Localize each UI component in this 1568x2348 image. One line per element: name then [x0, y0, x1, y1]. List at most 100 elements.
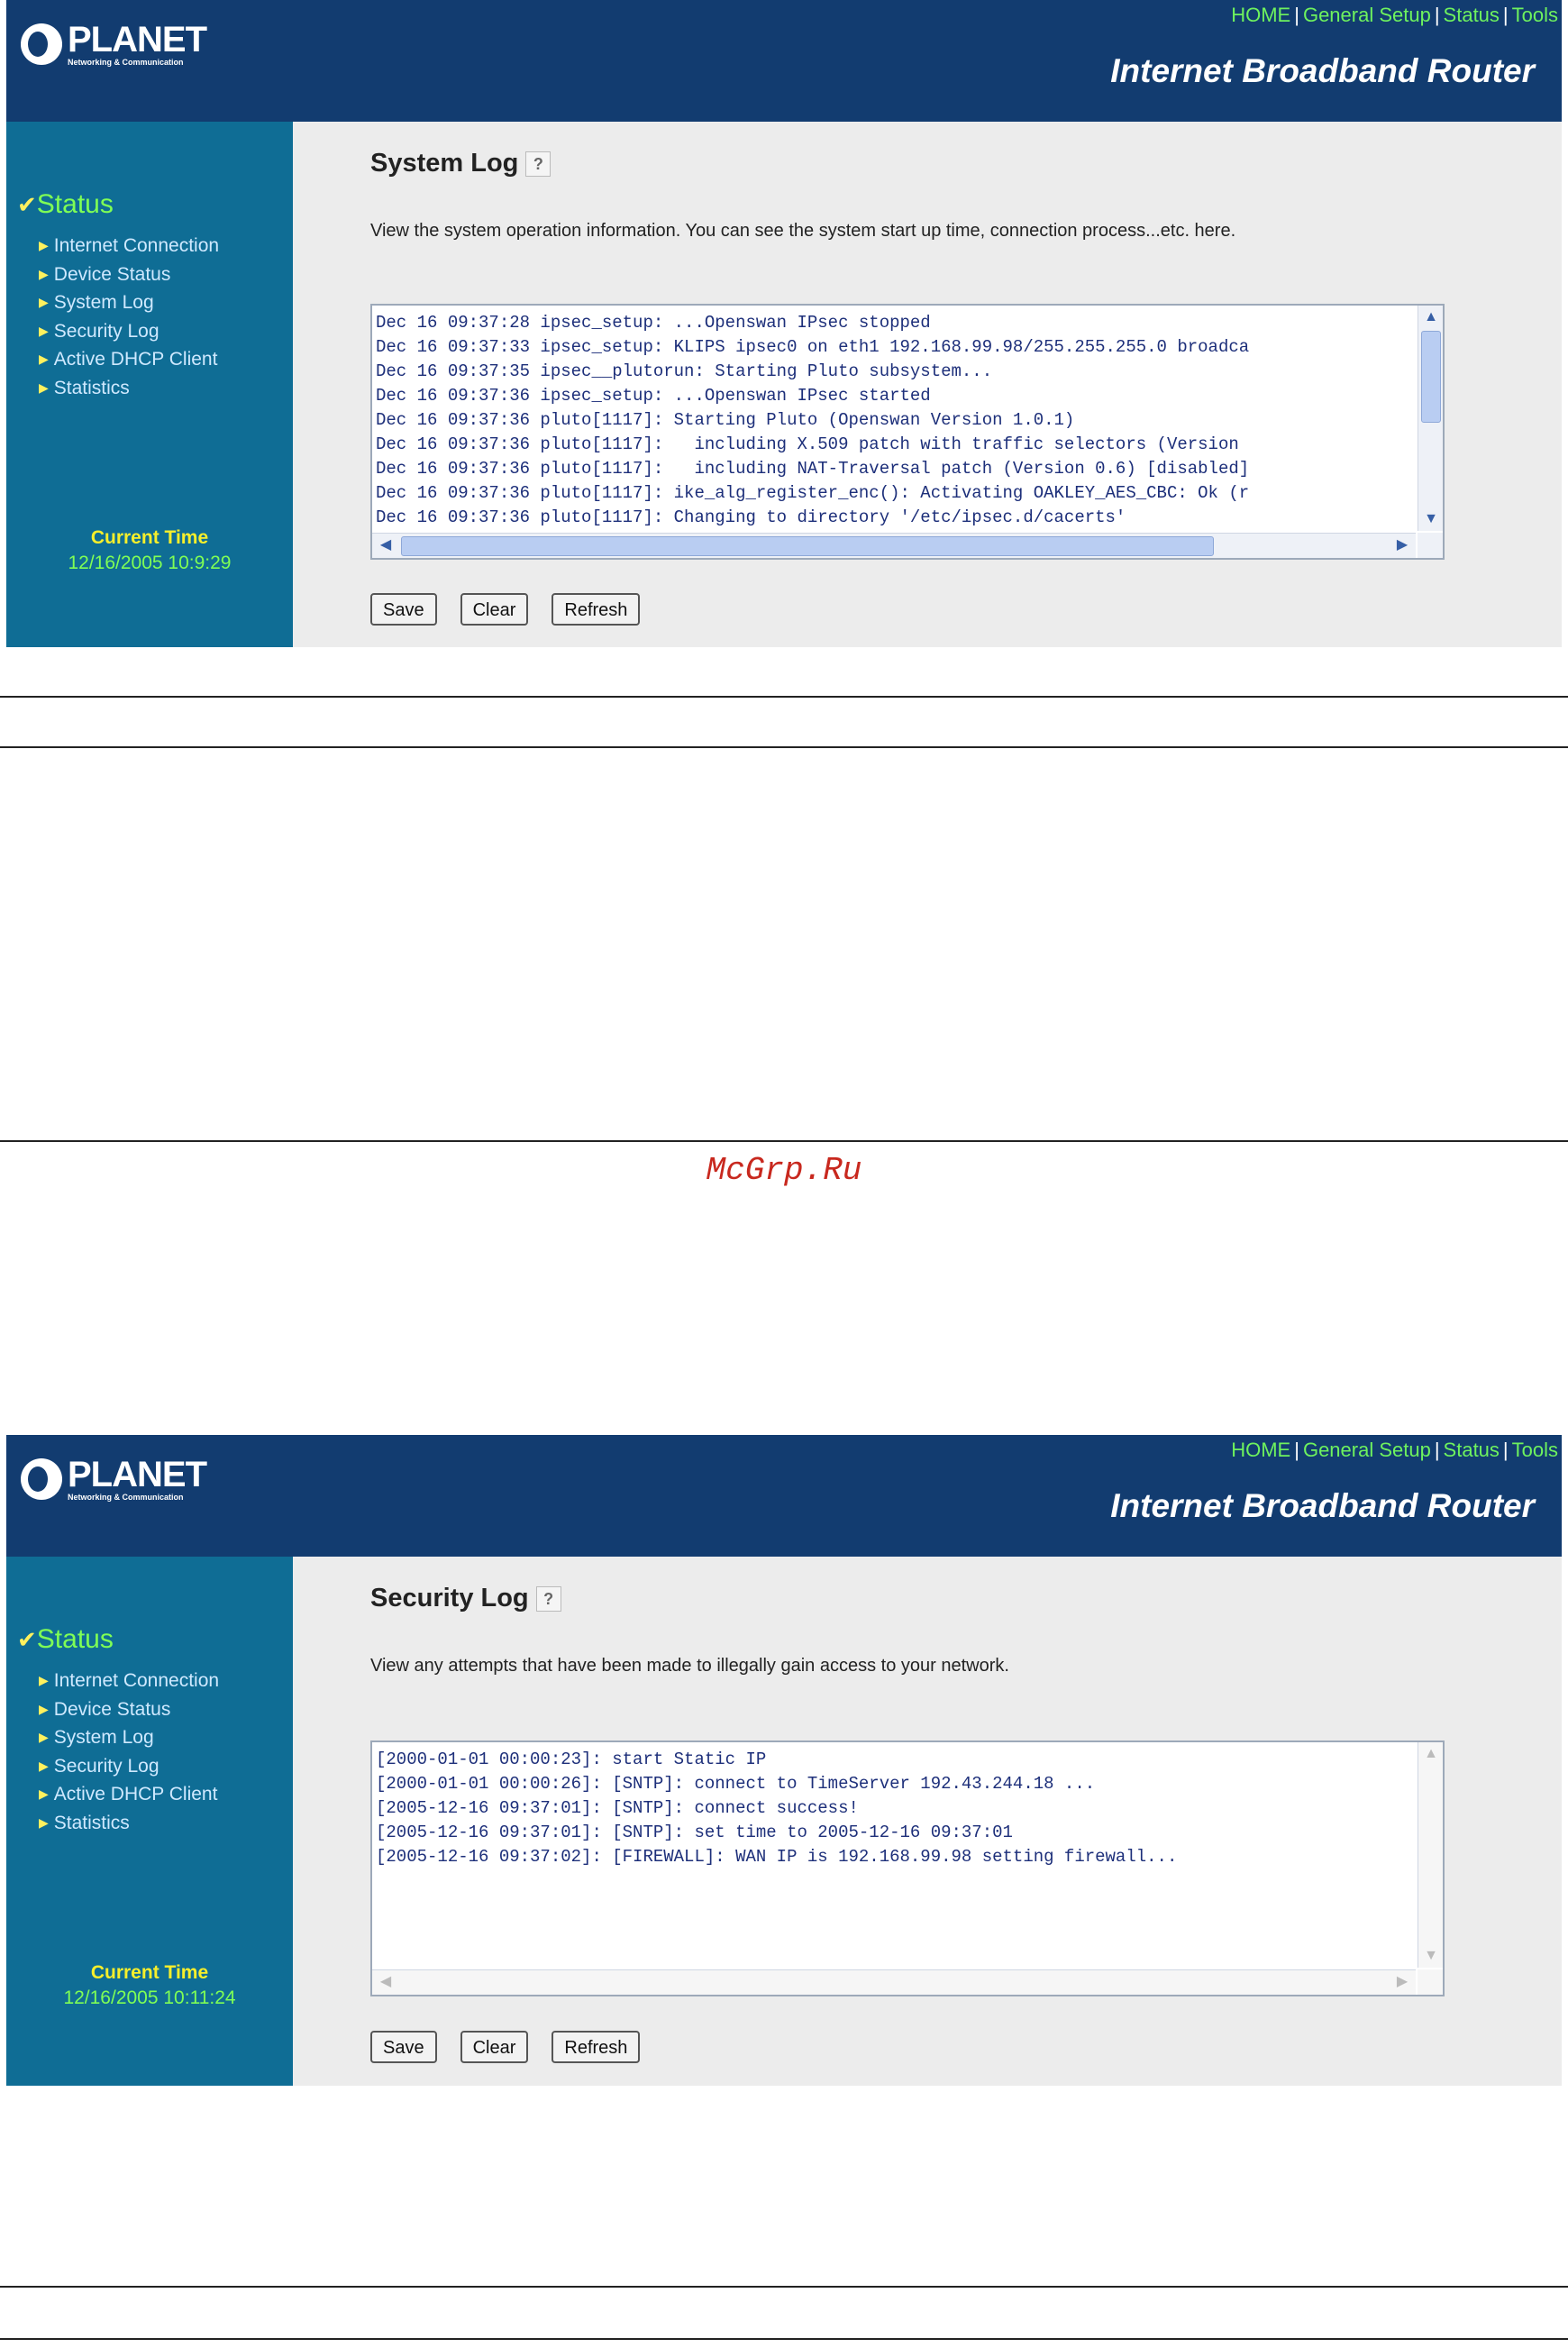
divider-line: [0, 1140, 1568, 1142]
sidebar-item-statistics[interactable]: ▶ Statistics: [39, 374, 219, 403]
page-title: System Log?: [370, 149, 552, 178]
sidebar-item-system-log[interactable]: ▶ System Log: [39, 288, 219, 317]
triangle-right-icon: ▶: [39, 295, 49, 309]
sidebar-item-active-dhcp-client[interactable]: ▶ Active DHCP Client: [39, 1780, 219, 1809]
scroll-up-icon[interactable]: ▲: [1421, 1745, 1441, 1763]
sidebar: ✔Status ▶ Internet Connection ▶ Device Sta…: [6, 1557, 293, 2086]
vertical-scrollbar[interactable]: ▲ ▼: [1418, 306, 1443, 531]
current-time: Current Time 12/16/2005 10:9:29: [6, 527, 293, 574]
product-title: Internet Broadband Router: [1110, 52, 1535, 89]
scroll-down-icon[interactable]: ▼: [1421, 1947, 1441, 1965]
triangle-right-icon: ▶: [39, 266, 49, 281]
watermark: McGrp.Ru: [706, 1152, 862, 1189]
nav-general-setup-link[interactable]: General Setup: [1303, 1439, 1431, 1461]
log-text: [2000-01-01 00:00:23]: start Static IP […: [376, 1750, 1178, 1867]
sidebar-item-device-status[interactable]: ▶ Device Status: [39, 1695, 219, 1724]
planet-logo: PLANET Networking & Communication: [21, 20, 207, 67]
nav-general-setup-link[interactable]: General Setup: [1303, 4, 1431, 26]
help-icon[interactable]: ?: [525, 151, 552, 178]
divider-line: [0, 696, 1568, 698]
security-log-screenshot: PLANET Networking & Communication HOME | G…: [6, 1435, 1562, 2086]
sidebar-section-status[interactable]: ✔Status: [17, 189, 114, 220]
main-content: System Log? View the system operation in…: [293, 122, 1562, 647]
sidebar-section-status[interactable]: ✔Status: [17, 1624, 114, 1655]
scroll-down-icon[interactable]: ▼: [1421, 510, 1441, 528]
router-header: PLANET Networking & Communication HOME | G…: [6, 0, 1562, 122]
triangle-right-icon: ▶: [39, 352, 49, 366]
logo-name: PLANET: [68, 1455, 207, 1494]
triangle-right-icon: ▶: [39, 323, 49, 338]
sidebar-item-device-status[interactable]: ▶ Device Status: [39, 260, 219, 289]
scrollbar-corner: [1418, 1969, 1443, 1995]
top-nav: HOME | General Setup | Status | Tools: [1231, 1439, 1558, 1461]
triangle-right-icon: ▶: [39, 1730, 49, 1744]
log-actions: Save Clear Refresh: [370, 593, 663, 626]
sidebar-item-internet-connection[interactable]: ▶ Internet Connection: [39, 232, 219, 260]
logo-name: PLANET: [68, 20, 207, 59]
nav-home-link[interactable]: HOME: [1231, 4, 1290, 26]
sidebar-item-active-dhcp-client[interactable]: ▶ Active DHCP Client: [39, 345, 219, 374]
save-button[interactable]: Save: [370, 593, 437, 626]
horizontal-scroll-thumb[interactable]: [401, 536, 1214, 556]
log-actions: Save Clear Refresh: [370, 2031, 663, 2063]
scroll-left-icon[interactable]: ◀: [376, 1973, 396, 1991]
triangle-right-icon: ▶: [39, 238, 49, 252]
triangle-right-icon: ▶: [39, 1786, 49, 1801]
router-header: PLANET Networking & Communication HOME | G…: [6, 1435, 1562, 1557]
refresh-button[interactable]: Refresh: [552, 2031, 641, 2063]
sidebar-menu: ▶ Internet Connection ▶ Device Status ▶ Sys…: [39, 232, 219, 402]
divider-line: [0, 2286, 1568, 2288]
sidebar-item-internet-connection[interactable]: ▶ Internet Connection: [39, 1667, 219, 1695]
clear-button[interactable]: Clear: [460, 593, 529, 626]
vertical-scroll-thumb[interactable]: [1421, 331, 1441, 423]
nav-tools-link[interactable]: Tools: [1512, 4, 1558, 26]
triangle-right-icon: ▶: [39, 379, 49, 395]
sidebar-item-statistics[interactable]: ▶ Statistics: [39, 1809, 219, 1838]
scroll-right-icon[interactable]: ▶: [1392, 1973, 1412, 1991]
sidebar-item-system-log[interactable]: ▶ System Log: [39, 1723, 219, 1752]
triangle-right-icon: ▶: [39, 1814, 49, 1830]
nav-status-link[interactable]: Status: [1444, 1439, 1500, 1461]
scrollbar-corner: [1418, 533, 1443, 558]
sidebar: ✔Status ▶ Internet Connection ▶ Device Sta…: [6, 122, 293, 647]
current-time-label: Current Time: [90, 1962, 209, 1983]
security-log-textarea[interactable]: [2000-01-01 00:00:23]: start Static IP […: [370, 1740, 1445, 1996]
checkmark-icon: ✔: [17, 1626, 37, 1653]
product-title: Internet Broadband Router: [1110, 1487, 1535, 1524]
planet-logo-icon: [21, 1458, 62, 1500]
help-icon[interactable]: ?: [535, 1586, 561, 1613]
nav-status-link[interactable]: Status: [1444, 4, 1500, 26]
planet-logo-icon: [21, 23, 62, 65]
sidebar-item-security-log[interactable]: ▶ Security Log: [39, 1752, 219, 1781]
current-time-value: 12/16/2005 10:9:29: [68, 553, 232, 573]
scroll-right-icon[interactable]: ▶: [1392, 536, 1412, 554]
sidebar-item-security-log[interactable]: ▶ Security Log: [39, 317, 219, 346]
triangle-right-icon: ▶: [39, 1701, 49, 1716]
current-time: Current Time 12/16/2005 10:11:24: [6, 1962, 293, 2009]
horizontal-scrollbar[interactable]: ◀ ▶: [372, 533, 1416, 558]
page-description: View any attempts that have been made to…: [370, 1656, 1009, 1676]
divider-line: [0, 746, 1568, 748]
current-time-label: Current Time: [90, 527, 209, 548]
nav-home-link[interactable]: HOME: [1231, 1439, 1290, 1461]
triangle-right-icon: ▶: [39, 1758, 49, 1773]
system-log-textarea[interactable]: Dec 16 09:37:28 ipsec_setup: ...Openswan…: [370, 304, 1445, 560]
page-description: View the system operation information. Y…: [370, 221, 1236, 241]
checkmark-icon: ✔: [17, 191, 37, 218]
refresh-button[interactable]: Refresh: [552, 593, 641, 626]
triangle-right-icon: ▶: [39, 1673, 49, 1687]
scroll-left-icon[interactable]: ◀: [376, 536, 396, 554]
vertical-scrollbar[interactable]: ▲ ▼: [1418, 1742, 1443, 1968]
horizontal-scrollbar[interactable]: ◀ ▶: [372, 1969, 1416, 1995]
main-content: Security Log? View any attempts that hav…: [293, 1557, 1562, 2086]
scroll-up-icon[interactable]: ▲: [1421, 308, 1441, 326]
top-nav: HOME | General Setup | Status | Tools: [1231, 4, 1558, 26]
save-button[interactable]: Save: [370, 2031, 437, 2063]
planet-logo: PLANET Networking & Communication: [21, 1455, 207, 1502]
page-title: Security Log?: [370, 1584, 561, 1613]
sidebar-menu: ▶ Internet Connection ▶ Device Status ▶ Sys…: [39, 1667, 219, 1837]
clear-button[interactable]: Clear: [460, 2031, 529, 2063]
nav-tools-link[interactable]: Tools: [1512, 1439, 1558, 1461]
log-text: Dec 16 09:37:28 ipsec_setup: ...Openswan…: [376, 313, 1250, 527]
system-log-screenshot: PLANET Networking & Communication HOME | G…: [6, 0, 1562, 647]
